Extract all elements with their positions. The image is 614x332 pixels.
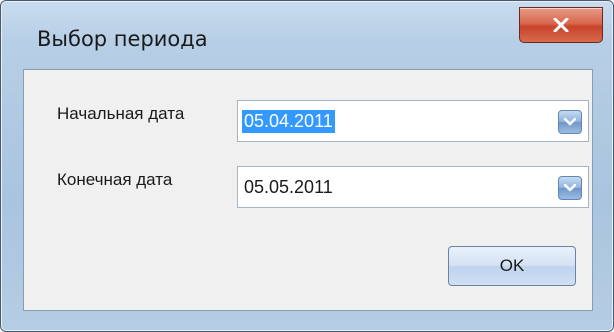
- dialog-window: Выбор периода Начальная дата 05.04.2011 …: [0, 0, 614, 332]
- start-date-dropdown-button[interactable]: [558, 110, 582, 134]
- chevron-down-icon: [564, 118, 576, 126]
- close-button[interactable]: [519, 7, 603, 43]
- chevron-down-icon: [564, 184, 576, 192]
- start-date-combobox[interactable]: 05.04.2011: [237, 100, 589, 142]
- start-date-value[interactable]: 05.04.2011: [242, 110, 335, 133]
- window-title: Выбор периода: [37, 27, 208, 51]
- dialog-body: Начальная дата 05.04.2011 Конечная дата …: [23, 69, 593, 311]
- start-date-label: Начальная дата: [57, 104, 185, 123]
- ok-button[interactable]: OK: [448, 246, 576, 286]
- end-date-combobox[interactable]: 05.05.2011: [237, 166, 589, 208]
- end-date-value[interactable]: 05.05.2011: [242, 176, 335, 199]
- title-bar[interactable]: Выбор периода: [1, 1, 613, 69]
- close-icon: [553, 18, 569, 32]
- ok-button-label: OK: [499, 256, 525, 275]
- end-date-dropdown-button[interactable]: [558, 176, 582, 200]
- end-date-label: Конечная дата: [57, 170, 173, 189]
